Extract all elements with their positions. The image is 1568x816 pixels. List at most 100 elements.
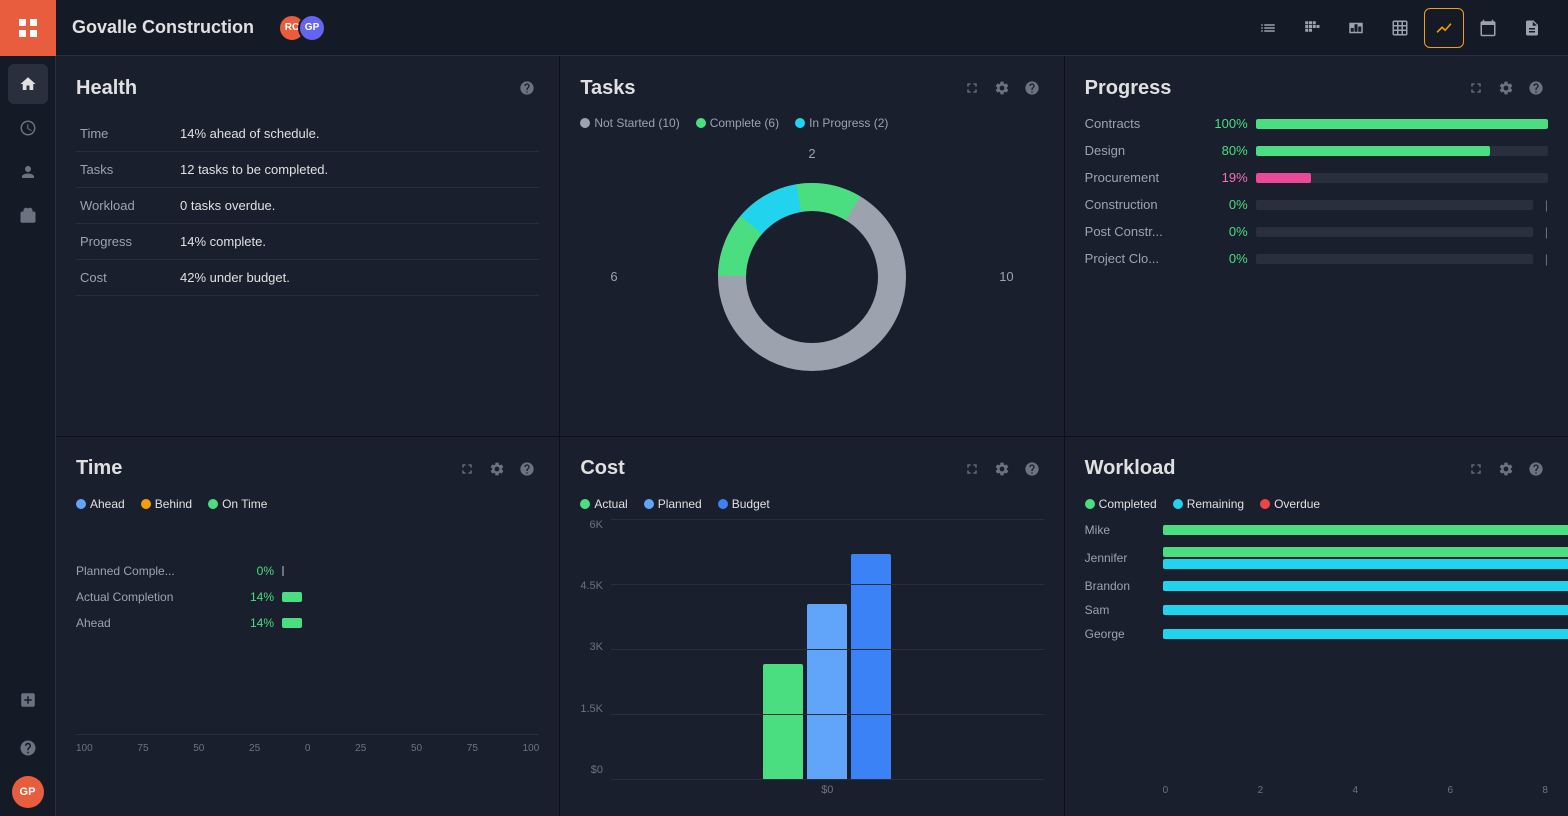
cost-expand-icon[interactable] xyxy=(960,457,984,481)
board-view-icon[interactable] xyxy=(1336,8,1376,48)
time-legend-item: On Time xyxy=(208,497,267,511)
progress-row-pct: 0% xyxy=(1203,224,1248,239)
cost-bar-actual xyxy=(763,664,803,779)
legend-label: In Progress (2) xyxy=(809,116,888,130)
legend-dot xyxy=(76,499,86,509)
cost-y-label: 4.5K xyxy=(580,580,603,592)
table-view-icon[interactable] xyxy=(1380,8,1420,48)
time-rows: Planned Comple... 0% Actual Completion 1… xyxy=(76,564,539,642)
legend-dot xyxy=(1085,499,1095,509)
health-row-value: 14% complete. xyxy=(176,224,539,260)
cost-legend-item: Budget xyxy=(718,497,770,511)
time-header: Time xyxy=(76,457,539,481)
cost-x-label: $0 xyxy=(611,780,1044,796)
gantt-view-icon[interactable] xyxy=(1292,8,1332,48)
workload-legend: CompletedRemainingOverdue xyxy=(1085,497,1548,511)
zero-marker: | xyxy=(1545,252,1548,266)
workload-rows: Mike Jennifer Brandon Sam George xyxy=(1085,523,1548,782)
sidebar-item-people[interactable] xyxy=(8,152,48,192)
legend-label: Complete (6) xyxy=(710,116,779,130)
time-axis-label: 25 xyxy=(355,743,366,754)
sidebar-item-add[interactable] xyxy=(8,680,48,720)
progress-help-icon[interactable] xyxy=(1524,76,1548,100)
time-settings-icon[interactable] xyxy=(485,457,509,481)
legend-label: Overdue xyxy=(1274,497,1320,511)
progress-settings-icon[interactable] xyxy=(1494,76,1518,100)
legend-label: Completed xyxy=(1099,497,1157,511)
legend-dot xyxy=(696,118,706,128)
calendar-view-icon[interactable] xyxy=(1468,8,1508,48)
health-row-label: Tasks xyxy=(76,152,176,188)
cost-y-label: 1.5K xyxy=(580,703,603,715)
workload-bars xyxy=(1163,547,1548,569)
workload-bars xyxy=(1163,605,1548,615)
workload-row-label: Sam xyxy=(1085,603,1155,617)
avatar-gp[interactable]: GP xyxy=(298,14,326,42)
legend-dot xyxy=(580,118,590,128)
progress-bar-bg xyxy=(1256,254,1533,264)
dashboard-view-icon[interactable] xyxy=(1424,8,1464,48)
workload-settings-icon[interactable] xyxy=(1494,457,1518,481)
user-avatar[interactable]: GP xyxy=(12,776,44,808)
time-axis-label: 75 xyxy=(467,743,478,754)
health-help-icon[interactable] xyxy=(515,76,539,100)
cost-settings-icon[interactable] xyxy=(990,457,1014,481)
health-row-label: Progress xyxy=(76,224,176,260)
time-bar xyxy=(282,592,302,602)
workload-panel-icons xyxy=(1464,457,1548,481)
tasks-expand-icon[interactable] xyxy=(960,76,984,100)
progress-row-pct: 100% xyxy=(1203,116,1248,131)
progress-expand-icon[interactable] xyxy=(1464,76,1488,100)
progress-row-label: Contracts xyxy=(1085,116,1195,131)
cost-bars xyxy=(611,519,1044,781)
tasks-help-icon[interactable] xyxy=(1020,76,1044,100)
health-table: Time14% ahead of schedule.Tasks12 tasks … xyxy=(76,116,539,296)
cost-chart-container: 6K4.5K3K1.5K$0 xyxy=(580,519,1043,797)
sidebar-item-portfolio[interactable] xyxy=(8,196,48,236)
legend-dot xyxy=(1260,499,1270,509)
time-row-pct: 14% xyxy=(234,616,274,630)
app-logo[interactable] xyxy=(0,0,56,56)
list-view-icon[interactable] xyxy=(1248,8,1288,48)
docs-view-icon[interactable] xyxy=(1512,8,1552,48)
time-row-label: Planned Comple... xyxy=(76,564,226,578)
cost-legend: ActualPlannedBudget xyxy=(580,497,1043,511)
health-panel: Health Time14% ahead of schedule.Tasks12… xyxy=(56,56,559,436)
workload-bar-completed xyxy=(1163,547,1568,557)
time-axis-label: 50 xyxy=(193,743,204,754)
time-x-axis: 1007550250255075100 xyxy=(76,739,539,754)
workload-help-icon[interactable] xyxy=(1524,457,1548,481)
cost-help-icon[interactable] xyxy=(1020,457,1044,481)
topbar-toolbar xyxy=(1248,8,1552,48)
legend-label: Not Started (10) xyxy=(594,116,679,130)
tasks-legend-item: In Progress (2) xyxy=(795,116,888,130)
donut-label-left: 6 xyxy=(610,269,617,284)
time-expand-icon[interactable] xyxy=(455,457,479,481)
workload-bar-remaining xyxy=(1163,559,1568,569)
progress-panel: Progress Contracts 100% De xyxy=(1065,56,1568,436)
health-row: Time14% ahead of schedule. xyxy=(76,116,539,152)
cost-bar-budget xyxy=(851,554,891,779)
progress-row-pct: 19% xyxy=(1203,170,1248,185)
workload-row-label: Mike xyxy=(1085,523,1155,537)
progress-bar-bg xyxy=(1256,200,1533,210)
workload-expand-icon[interactable] xyxy=(1464,457,1488,481)
progress-bar-fill xyxy=(1256,173,1312,183)
sidebar-item-time[interactable] xyxy=(8,108,48,148)
topbar: Govalle Construction RC GP xyxy=(56,0,1568,56)
time-row-label: Actual Completion xyxy=(76,590,226,604)
time-help-icon[interactable] xyxy=(515,457,539,481)
tasks-settings-icon[interactable] xyxy=(990,76,1014,100)
time-legend: AheadBehindOn Time xyxy=(76,497,539,511)
tasks-legend: Not Started (10) Complete (6) In Progress … xyxy=(580,116,1043,130)
sidebar-item-help[interactable] xyxy=(8,728,48,768)
time-row: Planned Comple... 0% xyxy=(76,564,539,578)
donut-svg xyxy=(702,167,922,387)
health-title: Health xyxy=(76,77,137,100)
sidebar-item-home[interactable] xyxy=(8,64,48,104)
cost-title: Cost xyxy=(580,457,624,480)
progress-rows: Contracts 100% Design 80% Procurement 19… xyxy=(1085,116,1548,416)
progress-row-label: Procurement xyxy=(1085,170,1195,185)
progress-row: Contracts 100% xyxy=(1085,116,1548,131)
workload-row: Jennifer xyxy=(1085,547,1548,569)
